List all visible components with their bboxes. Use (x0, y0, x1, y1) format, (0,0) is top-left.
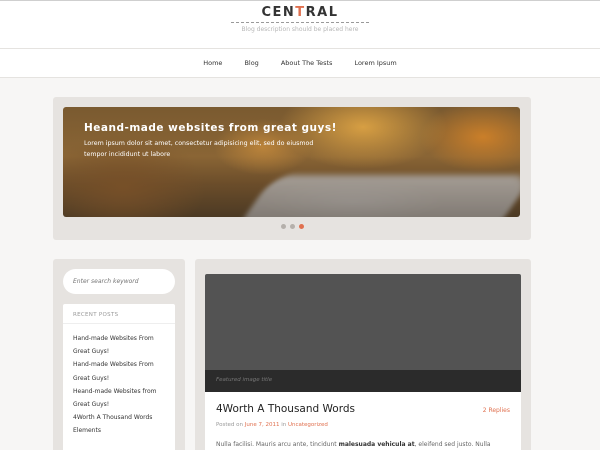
slide-image[interactable]: Heand-made websites from great guys! Lor… (63, 107, 520, 217)
slide-road-shape (231, 175, 520, 217)
recent-post-link[interactable]: 4Worth A Thousand Words (73, 411, 168, 424)
nav-lorem-ipsum[interactable]: Lorem Ipsum (354, 59, 396, 67)
site-logo[interactable]: CENTRAL (231, 5, 369, 23)
logo-text-start: CEN (261, 5, 296, 20)
logo-text-end: RAL (305, 5, 339, 20)
nav-home[interactable]: Home (203, 59, 222, 67)
recent-post-link[interactable]: Heand-made Websites from (73, 385, 168, 398)
featured-caption: Featured image title (216, 377, 273, 383)
post-excerpt-start: Nulla facilisi. Mauris arcu ante, tincid… (216, 441, 339, 448)
recent-posts-widget: RECENT POSTS Hand-made Websites From Gre… (63, 304, 175, 450)
post-meta: Posted on June 7, 2011 in Uncategorized (216, 422, 328, 428)
post-replies-link[interactable]: 2 Replies (483, 407, 510, 414)
slider-pagination (53, 224, 531, 229)
search-input[interactable] (63, 269, 175, 294)
slider-panel: Heand-made websites from great guys! Lor… (53, 97, 531, 240)
recent-post-link[interactable]: Hand-made Websites From (73, 332, 168, 345)
sidebar-panel: RECENT POSTS Hand-made Websites From Gre… (53, 259, 185, 450)
nav-about-the-tests[interactable]: About The Tests (281, 59, 333, 67)
recent-post-link[interactable]: Great Guys! (73, 345, 168, 358)
post-excerpt-end: , eleifend sed justo. Nulla (414, 441, 491, 448)
featured-image[interactable]: Featured image title (205, 274, 521, 392)
recent-post-link[interactable]: Great Guys! (73, 398, 168, 411)
recent-post-link[interactable]: Hand-made Websites From (73, 358, 168, 371)
post-title[interactable]: 4Worth A Thousand Words (216, 403, 355, 415)
post-category-link[interactable]: Uncategorized (288, 422, 328, 428)
slide-text: Lorem ipsum dolor sit amet, consectetur … (84, 140, 314, 158)
nav-blog[interactable]: Blog (244, 59, 258, 67)
slide-title: Heand-made websites from great guys! (84, 122, 337, 134)
main-nav: Home Blog About The Tests Lorem Ipsum (0, 48, 600, 78)
post-excerpt-bold: malesuada vehicula at (338, 441, 415, 448)
content-panel: Featured image title 4Worth A Thousand W… (195, 259, 531, 450)
post-card: Featured image title 4Worth A Thousand W… (205, 274, 521, 450)
recent-posts-title: RECENT POSTS (63, 304, 175, 324)
slider-dot-2[interactable] (289, 224, 295, 229)
post-date-link[interactable]: June 7, 2011 (245, 422, 280, 428)
recent-post-link[interactable]: Elements (73, 424, 168, 437)
recent-post-link[interactable]: Great Guys! (73, 372, 168, 385)
slider-dot-1[interactable] (280, 224, 286, 229)
logo-text-accent: T (295, 5, 306, 20)
recent-posts-list: Hand-made Websites From Great Guys! Hand… (63, 324, 175, 438)
post-excerpt: Nulla facilisi. Mauris arcu ante, tincid… (216, 441, 512, 448)
slider-dot-3[interactable] (298, 224, 304, 229)
featured-caption-bar: Featured image title (205, 370, 521, 392)
post-meta-prefix: Posted on (216, 422, 245, 428)
post-meta-in: in (279, 422, 288, 428)
site-tagline: Blog description should be placed here (241, 26, 359, 33)
site-header: CENTRAL Blog description should be place… (0, 1, 600, 48)
